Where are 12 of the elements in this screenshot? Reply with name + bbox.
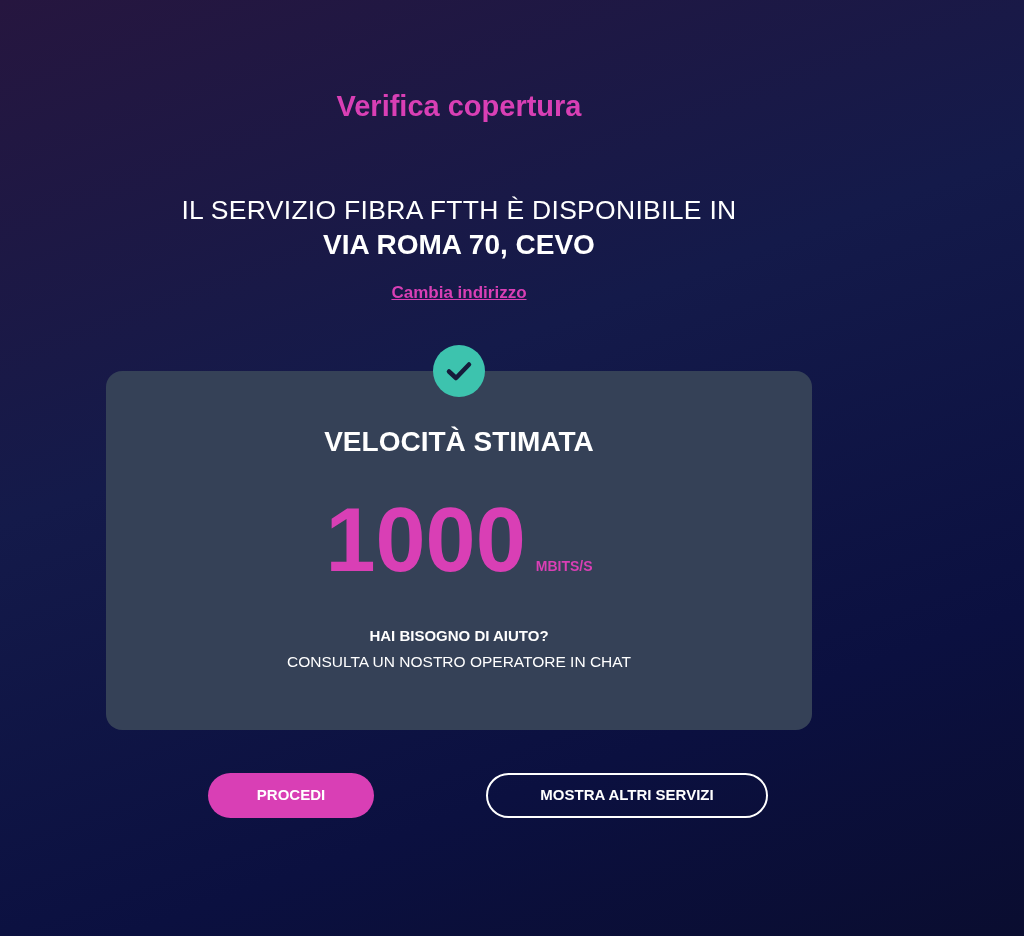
availability-text: IL SERVIZIO FIBRA FTTH È DISPONIBILE IN — [181, 194, 737, 226]
address-text: VIA ROMA 70, CEVO — [323, 229, 595, 261]
change-address-link[interactable]: Cambia indirizzo — [391, 282, 527, 304]
speed-unit: MBITS/S — [535, 558, 593, 574]
speed-value: 1000 — [325, 500, 526, 580]
help-text: CONSULTA UN NOSTRO OPERATORE IN CHAT — [287, 652, 631, 672]
more-services-button[interactable]: MOSTRA ALTRI SERVIZI — [486, 773, 768, 818]
check-icon — [433, 345, 485, 397]
help-title: HAI BISOGNO DI AIUTO? — [369, 626, 549, 646]
card-title: VELOCITÀ STIMATA — [324, 426, 594, 458]
page-heading: Verifica copertura — [336, 89, 582, 124]
proceed-button[interactable]: PROCEDI — [208, 773, 374, 818]
